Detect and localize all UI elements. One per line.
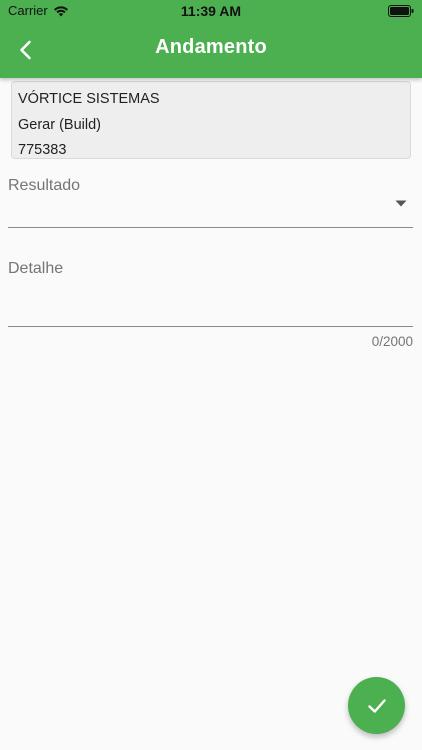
info-card: VÓRTICE SISTEMAS Gerar (Build) 775383 [11,81,411,159]
navigation-bar: Andamento [0,22,422,78]
detalhe-input[interactable]: Detalhe [8,259,413,327]
character-counter: 0/2000 [371,334,413,349]
activity-name: Gerar (Build) [18,116,101,133]
resultado-label: Resultado [8,177,81,194]
battery-icon [388,5,414,17]
confirm-button[interactable] [348,677,405,734]
resultado-dropdown[interactable]: Resultado [8,176,413,228]
check-icon [367,698,386,713]
app-bar: Carrier 11:39 AM Andamento [0,0,422,78]
caret-down-icon [395,200,407,207]
clock: 11:39 AM [180,3,242,19]
status-bar: Carrier 11:39 AM [0,0,422,22]
screen: Carrier 11:39 AM Andamento VÓRTICE SISTE… [0,0,422,750]
activity-code: 775383 [18,142,67,158]
detalhe-label: Detalhe [8,260,64,277]
company-name: VÓRTICE SISTEMAS [18,91,160,107]
page-title: Andamento [155,36,267,58]
